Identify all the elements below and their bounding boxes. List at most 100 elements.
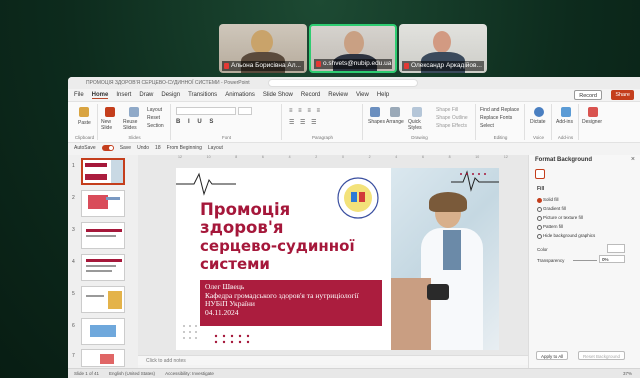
- select-button[interactable]: Select: [480, 123, 494, 129]
- slide-thumbnail-4[interactable]: [81, 254, 125, 281]
- designer-icon[interactable]: [588, 107, 598, 117]
- meeting-stage: Альона Борисівна Ал... o.shvets@nubip.ed…: [0, 0, 640, 378]
- notes-area[interactable]: Click to add notes: [138, 355, 528, 365]
- reset-background-button[interactable]: Reset Background: [578, 351, 626, 360]
- menu-insert[interactable]: Insert: [116, 92, 131, 98]
- participant-avatar: [251, 30, 273, 54]
- transparency-input[interactable]: 0%: [599, 255, 625, 263]
- apply-to-all-button[interactable]: Apply to All: [536, 351, 569, 360]
- alignment-buttons[interactable]: ☰ ☰ ☰: [289, 119, 318, 126]
- slide-thumbnail-5[interactable]: [81, 286, 125, 313]
- new-slide-label: New Slide: [101, 119, 113, 131]
- participant-tile-3[interactable]: Олександр Аркадійов...: [399, 24, 487, 73]
- font-name-box[interactable]: [176, 107, 236, 115]
- autosave-label: AutoSave: [74, 145, 96, 151]
- slide-counter: Slide 1 of 41: [74, 371, 100, 376]
- font-size-value[interactable]: 18: [155, 145, 161, 151]
- group-label: Paragraph: [311, 135, 333, 140]
- thumb-number: 3: [72, 227, 75, 233]
- new-slide-icon[interactable]: [105, 107, 115, 117]
- share-button[interactable]: Share: [611, 90, 634, 100]
- shapes-label: Shapes: [368, 119, 385, 125]
- thumb-number: 5: [72, 291, 75, 297]
- fill-bucket-icon[interactable]: [535, 169, 545, 179]
- slides-group: New Slide Reuse Slides Layout Reset Sect…: [99, 104, 171, 140]
- thumb-number: 1: [72, 163, 75, 169]
- picture-fill-radio[interactable]: Picture or texture fill: [537, 215, 583, 221]
- clipboard-group: Paste Clipboard: [72, 104, 98, 140]
- current-slide[interactable]: Промоція здоров'я серцево-судинної систе…: [176, 168, 499, 350]
- solid-fill-radio[interactable]: Solid fill: [537, 197, 559, 203]
- dot-grid-left: [183, 325, 197, 339]
- font-format-buttons[interactable]: B I U S: [176, 119, 216, 125]
- language-indicator[interactable]: English (United States): [109, 369, 155, 378]
- replace-fonts-button[interactable]: Replace Fonts: [480, 115, 512, 121]
- shape-fill-button[interactable]: Shape Fill: [436, 107, 458, 113]
- hide-background-checkbox[interactable]: Hide background graphics: [536, 233, 595, 239]
- undo-button[interactable]: Undo: [137, 145, 149, 151]
- layout-button[interactable]: Layout: [147, 107, 162, 113]
- color-picker[interactable]: [607, 244, 625, 253]
- reset-button[interactable]: Reset: [147, 115, 160, 121]
- menu-home[interactable]: Home: [91, 92, 109, 99]
- reuse-slides-icon[interactable]: [129, 107, 139, 117]
- slide-thumbnail-6[interactable]: [81, 318, 125, 345]
- accessibility-indicator[interactable]: Accessibility: Investigate: [165, 369, 214, 378]
- layout-button[interactable]: Layout: [208, 145, 223, 151]
- arrange-icon[interactable]: [390, 107, 400, 117]
- slide-thumbnail-3[interactable]: [81, 222, 125, 249]
- paste-icon[interactable]: [79, 107, 89, 117]
- participant-tile-1[interactable]: Альона Борисівна Ал...: [219, 24, 307, 73]
- shape-outline-button[interactable]: Shape Outline: [436, 115, 468, 121]
- slide-thumbnail-1[interactable]: [81, 158, 125, 185]
- slide-thumbnail-7[interactable]: [81, 349, 125, 367]
- paste-label: Paste: [78, 120, 91, 126]
- fill-section-header[interactable]: Fill: [537, 186, 544, 192]
- author-box: Олег Швець Кафедра громадського здоров'я…: [200, 280, 382, 326]
- quick-styles-icon[interactable]: [412, 107, 422, 117]
- close-icon[interactable]: ×: [631, 156, 635, 163]
- from-beginning-button[interactable]: From Beginning: [167, 145, 202, 151]
- shape-effects-button[interactable]: Shape Effects: [436, 123, 467, 129]
- participant-tile-2[interactable]: o.shvets@nubip.edu.ua: [309, 24, 397, 73]
- slide-thumbnail-2[interactable]: [81, 190, 125, 217]
- slide-thumbnail-panel: 1 2 3 4 5 6 7: [68, 155, 138, 368]
- transparency-slider[interactable]: [573, 260, 597, 261]
- section-button[interactable]: Section: [147, 123, 164, 129]
- pattern-fill-radio[interactable]: Pattern fill: [536, 224, 563, 230]
- designer-group: Designer: [580, 104, 606, 140]
- thumb-number: 2: [72, 195, 75, 201]
- paragraph-buttons[interactable]: ≡ ≡ ≡ ≡: [289, 108, 322, 114]
- gradient-fill-radio[interactable]: Gradient fill: [537, 206, 566, 212]
- find-replace-button[interactable]: Find and Replace: [480, 107, 519, 113]
- menu-draw[interactable]: Draw: [139, 92, 153, 98]
- menu-file[interactable]: File: [74, 92, 84, 98]
- font-size-box[interactable]: [238, 107, 252, 115]
- heartbeat-line-icon: [176, 172, 236, 196]
- menu-slideshow[interactable]: Slide Show: [263, 92, 293, 98]
- addins-icon[interactable]: [561, 107, 571, 117]
- menu-design[interactable]: Design: [161, 92, 180, 98]
- menu-help[interactable]: Help: [377, 92, 389, 98]
- participant-avatar: [433, 31, 451, 53]
- title-line: здоров'я: [200, 218, 284, 237]
- menu-review[interactable]: Review: [328, 92, 348, 98]
- participant-name: Олександр Аркадійов...: [402, 61, 484, 71]
- title-line: серцево-судинної: [200, 237, 355, 255]
- shapes-icon[interactable]: [370, 107, 380, 117]
- zoom-level[interactable]: 37%: [623, 369, 640, 378]
- slide-title: Промоція здоров'я серцево-судинної систе…: [200, 201, 370, 274]
- record-button[interactable]: Record: [574, 90, 602, 100]
- search-box[interactable]: [268, 79, 418, 87]
- color-label: Color: [537, 247, 548, 252]
- thumb-number: 7: [72, 353, 75, 359]
- autosave-toggle[interactable]: [101, 145, 114, 151]
- microphone-icon[interactable]: [534, 107, 544, 117]
- menu-view[interactable]: View: [356, 92, 369, 98]
- menu-record[interactable]: Record: [301, 92, 320, 98]
- powerpoint-window: ПРОМОЦІЯ ЗДОРОВ'Я СЕРЦЕВО-СУДИННОЇ СИСТЕ…: [68, 77, 640, 378]
- save-button[interactable]: Save: [120, 145, 131, 151]
- menu-transitions[interactable]: Transitions: [188, 92, 217, 98]
- dot-row-bottom: [214, 334, 250, 344]
- menu-animations[interactable]: Animations: [225, 92, 255, 98]
